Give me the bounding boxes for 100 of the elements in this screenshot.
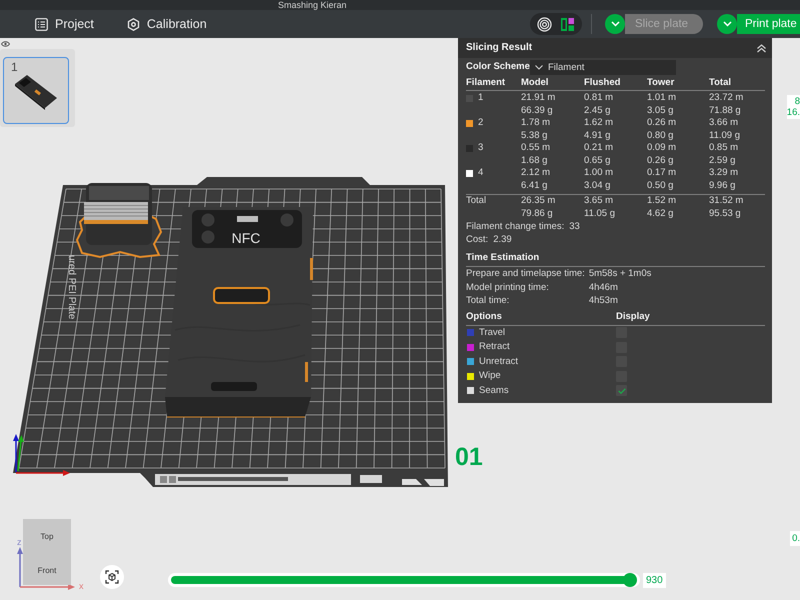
length-value: 1.01 m (647, 92, 676, 104)
cube-face-label[interactable]: Top (23, 532, 71, 541)
filament-number: 3 (478, 142, 484, 154)
weight-value: 0.50 g (647, 180, 674, 192)
length-value: 0.17 m (647, 167, 676, 180)
length-value: 26.35 m (521, 195, 556, 208)
checkmark-icon (618, 388, 626, 394)
option-label: Unretract (479, 356, 518, 368)
length-value: 1.62 m (584, 117, 614, 130)
length-value: 0.21 m (584, 142, 614, 154)
z-axis-arrow (17, 547, 23, 587)
length-value: 3.65 m (584, 195, 614, 208)
filament-number: 4 (478, 167, 484, 180)
axis-label: z (17, 538, 22, 547)
gear-icon (126, 18, 140, 30)
camera-view-button[interactable] (100, 565, 124, 589)
length-value: 1.00 m (584, 167, 614, 180)
weight-value: 3.04 g (584, 180, 610, 192)
panel-title: Slicing Result (466, 42, 532, 54)
column-header: Total (709, 76, 732, 90)
layer-height-label: 0. (790, 531, 800, 546)
length-value: 1.52 m (647, 195, 676, 208)
total-label: Total (466, 195, 486, 208)
time-label: Model printing time: (466, 280, 550, 294)
filament-number: 2 (478, 117, 484, 130)
filament-number: 1 (478, 92, 484, 104)
toolbar-button[interactable]: Calibration (126, 17, 207, 31)
stat-label: Cost: (466, 233, 488, 246)
length-value: 21.91 m (521, 92, 556, 104)
time-value: 4h46m (588, 280, 619, 294)
weight-value: 11.05 g (584, 208, 615, 220)
display-checkbox[interactable] (616, 327, 627, 338)
weight-value: 4.91 g (584, 130, 610, 142)
length-value: 0.81 m (584, 92, 614, 104)
weight-value: 9.96 g (709, 180, 736, 192)
length-value: 0.09 m (647, 142, 676, 154)
column-header: Flushed (584, 76, 622, 90)
length-value: 1.78 m (521, 117, 550, 130)
eye-icon[interactable] (1, 41, 10, 47)
weight-value: 71.88 g (709, 104, 741, 117)
length-value: 0.26 m (647, 117, 676, 130)
option-label: Travel (479, 326, 506, 339)
chevron-down-icon (722, 21, 732, 27)
chevron-down-icon (610, 21, 620, 27)
weight-value: 3.05 g (647, 104, 674, 117)
toolbar-button[interactable]: Project (35, 17, 94, 31)
weight-value: 1.68 g (521, 154, 548, 167)
list-icon (35, 18, 48, 30)
stat-value: 33 (569, 220, 580, 233)
weight-value: 11.09 g (709, 130, 740, 142)
print-options-button[interactable] (717, 14, 737, 34)
column-header: Tower (647, 76, 676, 90)
chevron-down-icon (535, 64, 543, 70)
plate-thumbnail[interactable]: 1 (3, 57, 69, 124)
option-label: Wipe (479, 370, 501, 382)
color-scheme-dropdown[interactable]: Filament (530, 60, 676, 74)
section-title: Time Estimation (466, 252, 540, 263)
concentric-rings-icon[interactable] (537, 16, 552, 32)
model-label: NFC (232, 230, 260, 246)
option-label: Retract (479, 341, 510, 354)
weight-value: 4.62 g (647, 208, 674, 220)
length-value: 0.85 m (709, 142, 738, 154)
stat-label: Filament change times: (466, 220, 564, 233)
color-scheme-label: Color Scheme (466, 60, 530, 74)
column-header: Display (616, 310, 651, 324)
layer-height-text: 16. (786, 107, 800, 118)
plate-number-label: 1 (11, 61, 18, 74)
collapse-icon[interactable] (756, 44, 767, 52)
time-value: 5m58s + 1m0s (588, 267, 652, 280)
column-header: Model (521, 76, 550, 90)
view-cube[interactable]: Top Front (23, 519, 71, 585)
layout-icon[interactable] (560, 16, 575, 32)
length-value: 0.55 m (521, 142, 550, 154)
column-header: Options (466, 310, 503, 324)
time-value: 4h53m (588, 294, 619, 308)
layer-value-label: 930 (643, 573, 666, 588)
column-header: Filament (466, 76, 506, 90)
slice-options-button[interactable] (605, 14, 625, 34)
plate-label: ured PEI Plate (66, 255, 77, 320)
weight-value: 2.45 g (584, 104, 610, 117)
length-value: 31.52 m (709, 195, 744, 208)
time-label: Prepare and timelapse time: (466, 267, 585, 280)
option-label: Seams (479, 384, 509, 397)
cube-face-label[interactable]: Front (23, 566, 71, 575)
length-value: 23.72 m (709, 92, 744, 104)
slider-handle[interactable] (623, 573, 637, 587)
weight-value: 0.65 g (584, 154, 610, 167)
display-checkbox[interactable] (616, 385, 627, 396)
length-value: 3.29 m (709, 167, 738, 180)
phone-case-icon (13, 72, 59, 110)
stat-value: 2.39 (493, 233, 512, 246)
length-value: 2.12 m (521, 167, 550, 180)
length-value: 3.66 m (709, 117, 738, 130)
cube-focus-icon (105, 570, 119, 584)
axis-label: x (79, 582, 84, 591)
time-label: Total time: (466, 294, 510, 308)
weight-value: 2.59 g (709, 154, 736, 167)
weight-value: 66.39 g (521, 104, 553, 117)
window-title: Smashing Kieran (278, 0, 347, 10)
layer-slider-track[interactable] (168, 573, 640, 587)
